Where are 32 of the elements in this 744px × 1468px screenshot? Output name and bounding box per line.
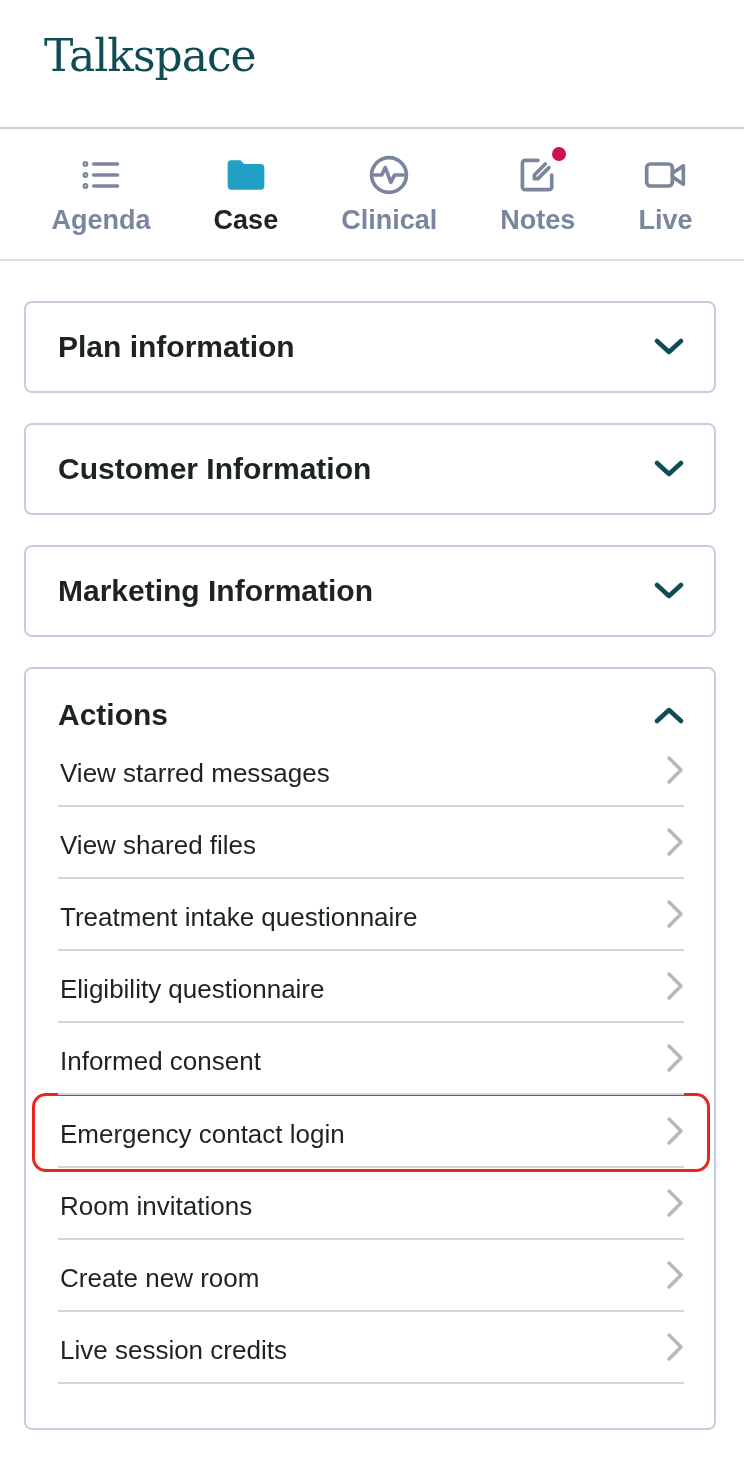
chevron-right-icon [666, 971, 684, 1001]
chevron-down-icon[interactable] [654, 581, 684, 601]
action-item[interactable]: View starred messages [58, 735, 684, 807]
chevron-right-icon [666, 899, 684, 929]
section-title: Actions [58, 698, 168, 732]
nav-tab[interactable]: Case [207, 148, 285, 240]
chevron-right-icon [666, 1116, 684, 1146]
action-item[interactable]: Emergency contact login [58, 1096, 684, 1168]
chevron-down-icon[interactable] [654, 459, 684, 479]
action-item[interactable]: Room invitations [58, 1168, 684, 1240]
chevron-down-icon[interactable] [654, 337, 684, 357]
action-item[interactable]: Eligibility questionnaire [58, 951, 684, 1023]
action-item[interactable]: View shared files [58, 807, 684, 879]
section-title: Plan information [58, 330, 295, 364]
chevron-right-icon [666, 755, 684, 785]
chevron-right-icon [666, 1332, 684, 1362]
nav-tab[interactable]: Clinical [335, 148, 444, 240]
nav-tab[interactable]: Notes [494, 148, 582, 240]
chevron-right-icon [666, 1260, 684, 1290]
action-item[interactable]: Live session credits [58, 1312, 684, 1384]
chevron-right-icon [666, 827, 684, 857]
chevron-right-icon [666, 1188, 684, 1218]
nav-tab[interactable]: Agenda [45, 148, 157, 240]
section-title: Marketing Information [58, 574, 373, 608]
nav-tab[interactable]: Live [632, 148, 699, 240]
logo: Talkspace [44, 30, 256, 81]
chevron-right-icon [666, 1043, 684, 1073]
section-title: Customer Information [58, 452, 372, 486]
chevron-up-icon[interactable] [654, 705, 684, 725]
action-item[interactable]: Create new room [58, 1240, 684, 1312]
action-item[interactable]: Informed consent [58, 1023, 684, 1095]
action-item[interactable]: Treatment intake questionnaire [58, 879, 684, 951]
